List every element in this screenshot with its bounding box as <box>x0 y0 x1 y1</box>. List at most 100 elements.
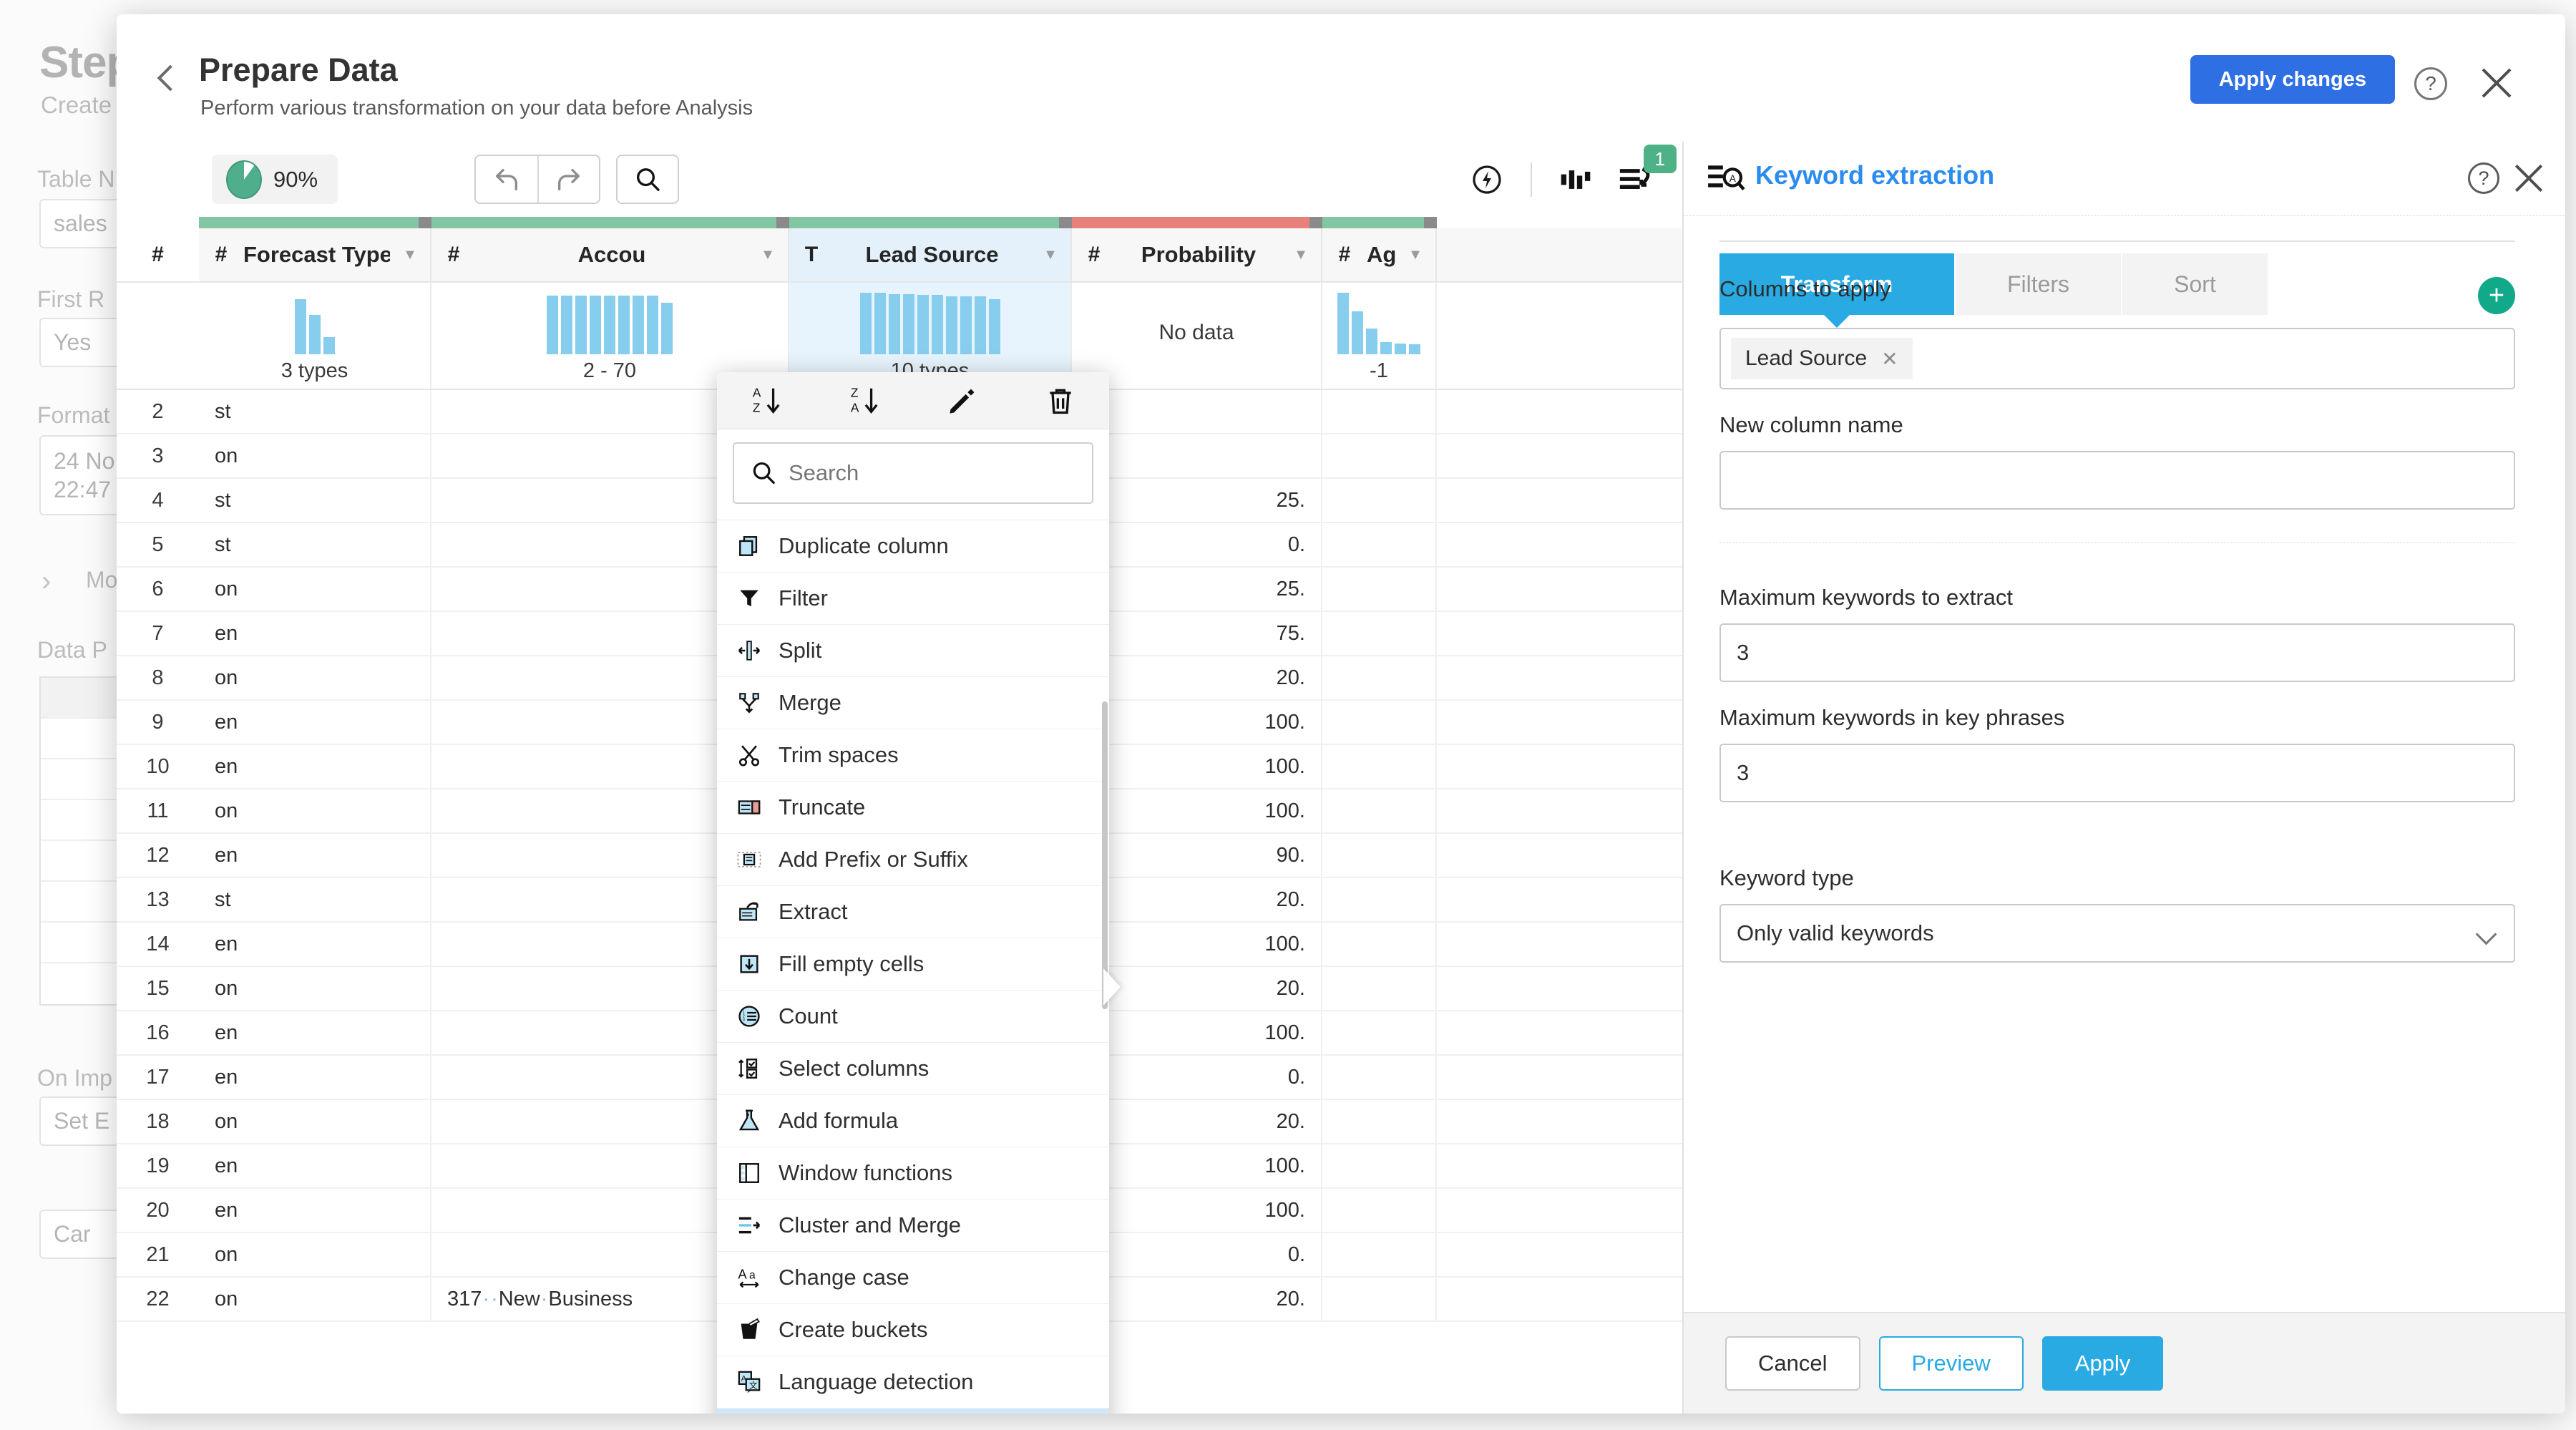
apply-changes-button[interactable]: Apply changes <box>2190 55 2395 104</box>
table-cell[interactable] <box>1322 390 1437 433</box>
table-cell[interactable] <box>1322 1233 1437 1276</box>
column-chip[interactable]: Lead Source ✕ <box>1731 338 1913 379</box>
menu-item-merge[interactable]: Merge <box>717 677 1109 729</box>
table-cell[interactable] <box>1322 789 1437 832</box>
chevron-down-icon[interactable]: ▼ <box>1395 247 1435 263</box>
table-cell[interactable] <box>1072 434 1322 477</box>
table-cell[interactable] <box>1322 878 1437 921</box>
add-column-button[interactable]: + <box>2478 277 2515 314</box>
menu-item-keyword-extraction[interactable]: AKeyword extraction <box>717 1409 1109 1414</box>
menu-item-change-case[interactable]: Aa Change case <box>717 1252 1109 1304</box>
preview-button[interactable]: Preview <box>1878 1336 2024 1391</box>
table-cell[interactable]: 100. <box>1072 1144 1322 1187</box>
table-cell[interactable]: on <box>199 1233 431 1276</box>
column-chart-icon[interactable] <box>1545 155 1606 204</box>
menu-item-filter[interactable]: Filter <box>717 573 1109 625</box>
table-cell[interactable]: 100. <box>1072 1189 1322 1232</box>
table-cell[interactable] <box>1322 745 1437 788</box>
table-cell[interactable] <box>1322 656 1437 699</box>
table-cell[interactable]: on <box>199 967 431 1010</box>
menu-item-duplicate-column[interactable]: Duplicate column <box>717 520 1109 573</box>
table-cell[interactable]: on <box>199 1278 431 1320</box>
table-cell[interactable]: st <box>199 523 431 566</box>
menu-item-add-formula[interactable]: Add formula <box>717 1095 1109 1147</box>
table-cell[interactable] <box>1322 701 1437 744</box>
menu-item-add-prefix-or-suffix[interactable]: Add Prefix or Suffix <box>717 834 1109 886</box>
new-column-name-input[interactable] <box>1719 451 2515 510</box>
columns-chips-box[interactable]: Lead Source ✕ <box>1719 328 2515 389</box>
menu-item-cluster-and-merge[interactable]: Cluster and Merge <box>717 1200 1109 1252</box>
table-cell[interactable]: st <box>199 390 431 433</box>
menu-item-create-buckets[interactable]: Create buckets <box>717 1304 1109 1356</box>
cancel-button[interactable]: Cancel <box>1725 1336 1860 1391</box>
menu-item-language-detection[interactable]: A 文 Language detection <box>717 1356 1109 1409</box>
table-cell[interactable]: en <box>199 1056 431 1099</box>
help-icon[interactable]: ? <box>2468 162 2499 194</box>
data-quality-chip[interactable]: 90% <box>212 155 338 204</box>
table-cell[interactable]: 20. <box>1072 878 1322 921</box>
table-cell[interactable]: 75. <box>1072 612 1322 655</box>
table-cell[interactable] <box>1322 923 1437 966</box>
table-cell[interactable] <box>1072 390 1322 433</box>
table-cell[interactable] <box>1322 1100 1437 1143</box>
table-cell[interactable]: en <box>199 923 431 966</box>
table-cell[interactable]: 0. <box>1072 523 1322 566</box>
column-header[interactable]: T Lead Source ▼ <box>789 228 1072 281</box>
undo-icon[interactable] <box>476 156 537 203</box>
table-cell[interactable]: on <box>199 656 431 699</box>
chevron-down-icon[interactable]: ▼ <box>748 247 788 263</box>
table-cell[interactable]: en <box>199 701 431 744</box>
menu-item-window-functions[interactable]: Window functions <box>717 1147 1109 1200</box>
chevron-down-icon[interactable]: ▼ <box>1030 247 1070 263</box>
table-cell[interactable] <box>1322 612 1437 655</box>
table-cell[interactable]: 100. <box>1072 701 1322 744</box>
table-cell[interactable]: 100. <box>1072 789 1322 832</box>
remove-chip-icon[interactable]: ✕ <box>1881 347 1898 371</box>
max-keywords-input[interactable] <box>1719 623 2515 682</box>
sort-za-icon[interactable]: Z A <box>815 372 913 429</box>
table-cell[interactable] <box>1322 479 1437 522</box>
table-cell[interactable]: on <box>199 1100 431 1143</box>
table-cell[interactable] <box>1322 523 1437 566</box>
menu-item-count[interactable]: 1 2 3 Count <box>717 991 1109 1043</box>
steps-list-icon[interactable]: 1 <box>1606 145 1677 204</box>
table-cell[interactable]: st <box>199 878 431 921</box>
apply-button[interactable]: Apply <box>2041 1336 2164 1391</box>
table-cell[interactable] <box>1322 1278 1437 1320</box>
table-cell[interactable] <box>1322 1144 1437 1187</box>
table-cell[interactable]: 25. <box>1072 568 1322 611</box>
table-cell[interactable]: 100. <box>1072 1011 1322 1054</box>
search-icon[interactable] <box>618 156 678 203</box>
table-cell[interactable]: 0. <box>1072 1233 1322 1276</box>
menu-item-split[interactable]: Split <box>717 625 1109 677</box>
table-cell[interactable]: 90. <box>1072 834 1322 877</box>
menu-item-select-columns[interactable]: Select columns <box>717 1043 1109 1095</box>
close-icon[interactable] <box>2478 64 2515 102</box>
table-cell[interactable] <box>1322 434 1437 477</box>
redo-icon[interactable] <box>537 156 599 203</box>
column-header[interactable]: # Ag ▼ <box>1322 228 1437 281</box>
table-cell[interactable]: 20. <box>1072 1278 1322 1320</box>
menu-item-trim-spaces[interactable]: Trim spaces <box>717 729 1109 782</box>
menu-item-truncate[interactable]: Truncate <box>717 782 1109 834</box>
table-cell[interactable]: en <box>199 834 431 877</box>
sort-az-icon[interactable]: A Z <box>717 372 815 429</box>
column-header[interactable]: # Probability ▼ <box>1072 228 1322 281</box>
table-cell[interactable]: en <box>199 1144 431 1187</box>
pencil-icon[interactable] <box>913 372 1011 429</box>
table-cell[interactable]: 25. <box>1072 479 1322 522</box>
menu-item-fill-empty-cells[interactable]: Fill empty cells <box>717 938 1109 991</box>
close-icon[interactable] <box>2512 162 2545 195</box>
table-cell[interactable] <box>1322 1056 1437 1099</box>
back-button[interactable] <box>152 66 177 90</box>
context-menu-scrollbar[interactable] <box>1102 701 1108 1009</box>
table-cell[interactable]: st <box>199 479 431 522</box>
lightning-icon[interactable] <box>1456 155 1518 204</box>
table-cell[interactable]: on <box>199 789 431 832</box>
table-cell[interactable]: 100. <box>1072 923 1322 966</box>
trash-icon[interactable] <box>1011 372 1109 429</box>
table-cell[interactable] <box>1322 1011 1437 1054</box>
chevron-down-icon[interactable]: ▼ <box>1281 247 1321 263</box>
max-keyphrase-input[interactable] <box>1719 744 2515 802</box>
help-icon[interactable]: ? <box>2414 67 2447 100</box>
